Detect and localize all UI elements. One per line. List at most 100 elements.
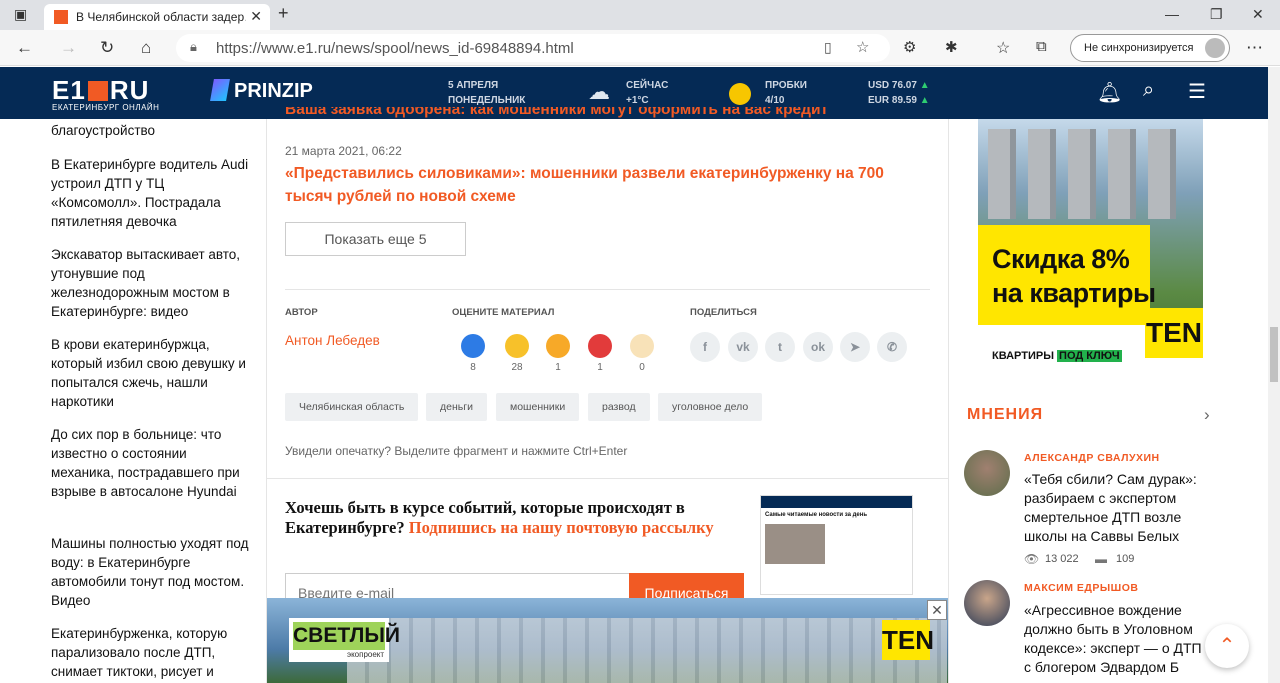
tag[interactable]: уголовное дело xyxy=(658,393,763,421)
typo-hint: Увидели опечатку? Выделите фрагмент и на… xyxy=(285,444,628,458)
forward-icon[interactable]: → xyxy=(60,38,77,58)
reaction-count: 1 xyxy=(555,362,561,373)
extension-p-icon[interactable]: ✱ xyxy=(945,38,958,56)
maximize-icon[interactable]: ❐ xyxy=(1210,6,1223,23)
tab-actions-icon[interactable]: ▣ xyxy=(14,6,27,23)
sync-label: Не синхронизируется xyxy=(1084,42,1194,54)
views-icon: 👁︎ xyxy=(1024,552,1040,566)
vk-share-icon[interactable]: vk xyxy=(728,332,758,362)
comments-count: 109 xyxy=(1116,553,1135,565)
currency-info[interactable]: USD 76.07 ▲ EUR 89.59 ▲ xyxy=(868,78,930,108)
new-tab-icon[interactable]: + xyxy=(278,3,289,24)
laugh-reaction-icon[interactable] xyxy=(505,334,529,358)
avatar[interactable] xyxy=(964,450,1010,496)
views-count: 13 022 xyxy=(1045,553,1079,565)
telegram-share-icon[interactable]: ➤ xyxy=(840,332,870,362)
bottom-ad-banner[interactable]: СВЕТЛЫЙ экопроект TEN xyxy=(267,598,948,683)
avatar[interactable] xyxy=(964,580,1010,626)
section-divider xyxy=(267,478,948,479)
close-banner-button[interactable]: ✕ xyxy=(927,600,947,620)
news-link[interactable]: «Представились силовиками»: мошенники ра… xyxy=(285,162,895,208)
scroll-to-top-button[interactable]: ⌃ xyxy=(1205,624,1249,668)
opinions-title[interactable]: МНЕНИЯ xyxy=(967,406,1043,424)
news-date: 21 марта 2021, 06:22 xyxy=(285,144,402,158)
news-link-cut[interactable]: Ваша заявка одобрена: как мошенники могу… xyxy=(285,107,905,121)
site-logo[interactable]: E1 RU xyxy=(52,75,149,106)
ad-title: Скидка 8% на квартиры xyxy=(992,244,1156,308)
banner-ten-logo: TEN xyxy=(882,620,934,660)
whatsapp-share-icon[interactable]: ✆ xyxy=(877,332,907,362)
reaction-count: 28 xyxy=(511,362,523,373)
close-tab-icon[interactable]: ✕ xyxy=(250,8,262,25)
rate-label: ОЦЕНИТЕ МАТЕРИАЛ xyxy=(452,307,555,318)
chevron-right-icon[interactable]: › xyxy=(1204,405,1210,425)
tag[interactable]: Челябинская область xyxy=(285,393,419,421)
reaction-count: 8 xyxy=(470,362,476,373)
left-news-item[interactable]: Экскаватор вытаскивает авто, утонувшие п… xyxy=(51,245,251,321)
banner-brand-sub: экопроект xyxy=(347,650,385,659)
minimize-icon[interactable]: — xyxy=(1165,6,1179,22)
weather-cloud-icon: ☁ xyxy=(588,79,610,104)
left-news-item[interactable]: В крови екатеринбуржца, который избил св… xyxy=(51,335,251,411)
ad-footer: КВАРТИРЫ ПОД КЛЮЧ xyxy=(992,350,1122,362)
tag[interactable]: мошенники xyxy=(496,393,580,421)
weather-info[interactable]: СЕЙЧАС +1°C xyxy=(626,78,668,108)
left-news-item[interactable]: благоустройство xyxy=(51,121,251,140)
banner-brand: СВЕТЛЫЙ xyxy=(293,622,400,650)
author-name[interactable]: Антон Лебедев xyxy=(285,333,380,348)
left-news-item[interactable]: Машины полностью уходят под воду: в Екат… xyxy=(51,534,251,610)
browser-tab[interactable]: В Челябинской области задер… ✕ xyxy=(44,4,270,30)
favorites-icon[interactable]: ☆ xyxy=(996,38,1010,58)
logo-subtitle: ЕКАТЕРИНБУРГ ОНЛАЙН xyxy=(52,103,160,112)
ad-buildings xyxy=(988,129,1188,219)
tag[interactable]: деньги xyxy=(426,393,487,421)
left-news-item[interactable]: До сих пор в больнице: что известно о со… xyxy=(51,425,251,501)
page-scrollbar[interactable] xyxy=(1268,67,1280,683)
profile-avatar xyxy=(1205,38,1225,58)
lock-icon[interactable]: 🔒︎ xyxy=(190,39,197,55)
traffic-info[interactable]: ПРОБКИ 4/10 xyxy=(765,78,807,108)
facebook-share-icon[interactable]: f xyxy=(690,332,720,362)
notifications-bell-icon[interactable]: 🔔︎ xyxy=(1097,80,1122,105)
share-label: ПОДЕЛИТЬСЯ xyxy=(690,307,757,318)
site-favicon-icon xyxy=(54,10,68,24)
home-icon[interactable]: ⌂ xyxy=(141,38,151,58)
like-reaction-icon[interactable] xyxy=(461,334,485,358)
reader-view-icon[interactable]: ▯ xyxy=(824,39,832,56)
opinion-text[interactable]: «Тебя сбили? Сам дурак»: разбираем с экс… xyxy=(1024,470,1209,546)
close-window-icon[interactable]: ✕ xyxy=(1252,6,1264,23)
twitter-share-icon[interactable]: t xyxy=(765,332,795,362)
date-info: 5 АПРЕЛЯ ПОНЕДЕЛЬНИК xyxy=(448,80,526,106)
odnoklassniki-share-icon[interactable]: ok xyxy=(803,332,833,362)
prinzip-logo[interactable]: PRINZIP xyxy=(210,79,313,103)
traffic-icon xyxy=(729,83,751,105)
url-field[interactable]: 🔒︎ https://www.e1.ru/news/spool/news_id-… xyxy=(176,34,890,62)
search-icon[interactable]: ⌕ xyxy=(1143,79,1154,102)
menu-hamburger-icon[interactable]: ☰ xyxy=(1188,79,1206,104)
opinion-author[interactable]: АЛЕКСАНДР СВАЛУХИН xyxy=(1024,452,1160,464)
show-more-button[interactable]: Показать еще 5 xyxy=(285,222,466,256)
mail-preview-image: Самые читаемые новости за день xyxy=(760,495,913,595)
sad-reaction-icon[interactable] xyxy=(630,334,654,358)
collections-icon[interactable]: ⧉ xyxy=(1036,38,1047,55)
back-icon[interactable]: ← xyxy=(16,38,33,58)
ad-ten-logo: TEN xyxy=(1145,308,1203,358)
angry-reaction-icon[interactable] xyxy=(588,334,612,358)
left-news-item[interactable]: В Екатеринбурге водитель Audi устроил ДТ… xyxy=(51,155,251,231)
comments-icon: ▬ xyxy=(1095,552,1107,566)
tag[interactable]: развод xyxy=(588,393,650,421)
sync-button[interactable]: Не синхронизируется xyxy=(1070,34,1230,62)
scrollbar-thumb[interactable] xyxy=(1270,327,1278,382)
more-menu-icon[interactable]: ⋯ xyxy=(1246,38,1263,58)
refresh-icon[interactable]: ↻ xyxy=(100,38,114,58)
opinion-text[interactable]: «Агрессивное вождение должно быть в Угол… xyxy=(1024,601,1209,683)
mail-preview-photo xyxy=(765,524,825,564)
opinion-author[interactable]: МАКСИМ ЕДРЫШОВ xyxy=(1024,582,1138,594)
left-news-item[interactable]: Екатеринбурженка, которую парализовало п… xyxy=(51,624,251,681)
column-divider xyxy=(948,119,949,683)
extension-icon[interactable]: ⚙ xyxy=(903,38,916,56)
reaction-count: 0 xyxy=(639,362,645,373)
favorite-add-icon[interactable]: ☆ xyxy=(856,38,869,56)
section-divider xyxy=(285,289,930,290)
wow-reaction-icon[interactable] xyxy=(546,334,570,358)
